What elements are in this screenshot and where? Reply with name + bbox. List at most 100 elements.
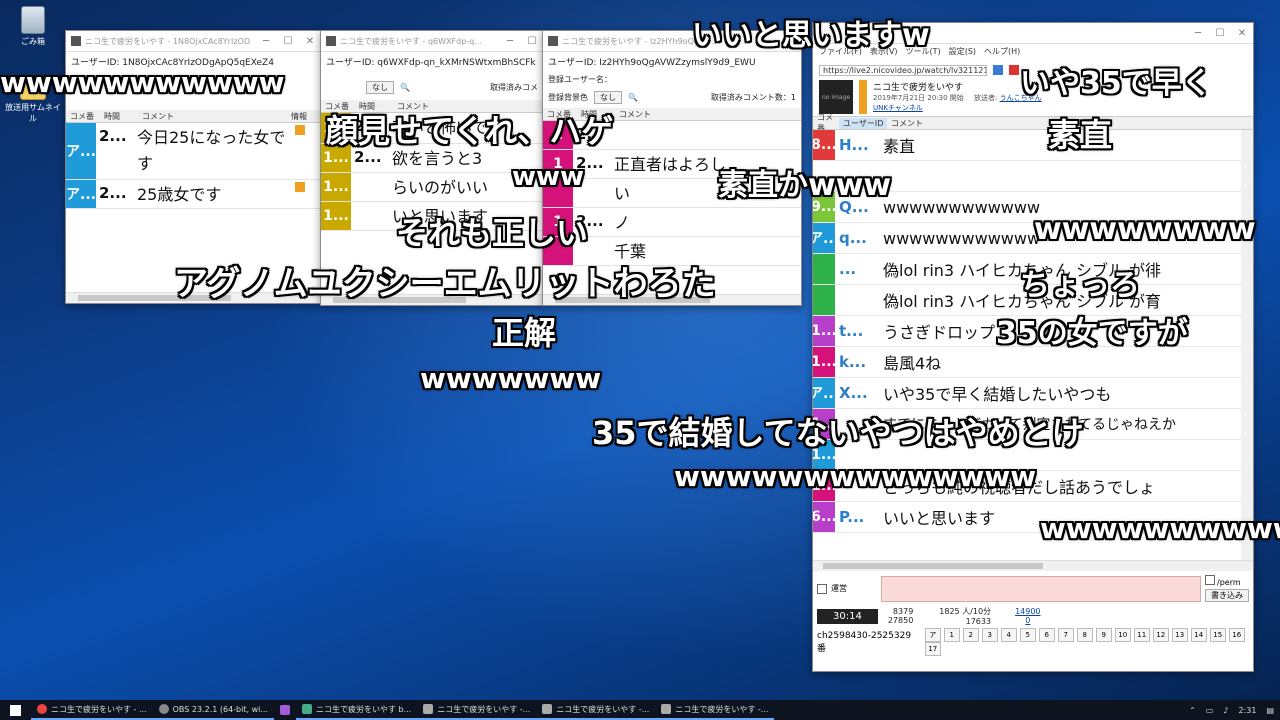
window-titlebar[interactable]: ─ ☐ ✕	[813, 23, 1253, 44]
window-titlebar[interactable]: ニコ生で疲労をいやす - Iz2HYh9oQgAV... ─ ☐	[543, 31, 801, 52]
number-button[interactable]: 6	[1038, 628, 1055, 642]
taskbar-item[interactable]: ニコ生で疲労をいやす -...	[536, 700, 656, 720]
taskbar-item[interactable]: ニコ生で疲労をいやす -...	[417, 700, 537, 720]
minimize-button[interactable]: ─	[1187, 28, 1209, 39]
table-row[interactable]: 8... H... 素直	[813, 130, 1241, 161]
number-button[interactable]: 11	[1133, 628, 1150, 642]
table-row[interactable]: い	[543, 179, 801, 208]
table-row[interactable]: 1... らいのがいい	[321, 173, 543, 202]
number-button[interactable]: 8	[1076, 628, 1093, 642]
number-button[interactable]: 9	[1095, 628, 1112, 642]
table-row[interactable]: ア... 2... 今日25になった女です	[66, 123, 321, 180]
user-comment-window-2[interactable]: ニコ生で疲労をいやす - q6WXFdp-q... ─ ☐ ユーザーID: q6…	[320, 30, 544, 306]
table-row[interactable]: ア... 2... 25歳女です	[66, 180, 321, 209]
number-button[interactable]: 7	[1057, 628, 1074, 642]
table-row[interactable]: 1 2...	[543, 121, 801, 150]
minimize-button[interactable]: ─	[255, 36, 277, 47]
menu-settings[interactable]: 設定(S)	[949, 46, 976, 60]
search-icon[interactable]: 🔍	[628, 93, 638, 102]
table-row[interactable]: 1 2... ノ	[543, 208, 801, 237]
connect-icon[interactable]	[993, 65, 1003, 75]
comment-input[interactable]	[881, 575, 1201, 602]
table-row[interactable]: 偽lol rin3 ハイヒカちゃん シブル が育	[813, 285, 1241, 316]
table-row[interactable]: 1... 2... 欲を言うと3	[321, 144, 543, 173]
maximize-button[interactable]: ☐	[277, 36, 299, 47]
table-row[interactable]: ア...X... いや35で早く結婚したいやつも	[813, 378, 1241, 409]
number-button[interactable]: ア	[924, 628, 941, 642]
table-row[interactable]: 千葉	[543, 237, 801, 266]
table-row[interactable]: ア...q... wwwwwwwwwwww	[813, 223, 1241, 254]
channel-link[interactable]: UNKチャンネル	[873, 104, 923, 112]
stat-c1[interactable]: 14900	[1015, 607, 1040, 616]
url-input[interactable]: https://live2.nicovideo.jp/watch/lv32112…	[819, 64, 987, 76]
window-titlebar[interactable]: ニコ生で疲労をいやす - q6WXFdp-q... ─ ☐	[321, 31, 543, 52]
color-select[interactable]: なし	[366, 80, 394, 94]
maximize-button[interactable]: ☐	[779, 36, 801, 47]
perm-checkbox[interactable]	[1205, 575, 1215, 585]
disconnect-icon[interactable]	[1009, 65, 1019, 75]
table-row[interactable]: ... 偽lol rin3 ハイヒカちゃん シブル が徘	[813, 254, 1241, 285]
horizontal-scrollbar[interactable]	[543, 294, 801, 305]
post-button[interactable]: 書き込み	[1205, 589, 1249, 602]
window-titlebar[interactable]: ニコ生で疲労をいやす - 1N8OjxCAc8YrIzOD ─ ☐ ✕	[66, 31, 321, 52]
desktop-icon-thumbnail[interactable]: 放送用サムネイル	[3, 80, 63, 124]
menu-help[interactable]: ヘルプ(H)	[984, 46, 1020, 60]
taskbar-item[interactable]: ニコ生で疲労をいやす - ...	[31, 700, 153, 720]
table-row[interactable]: 1... t... うさぎドロップ	[813, 316, 1241, 347]
user-comment-window-3[interactable]: ニコ生で疲労をいやす - Iz2HYh9oQgAV... ─ ☐ ユーザーID:…	[542, 30, 802, 306]
tray-up-icon[interactable]: ⌃	[1189, 706, 1196, 715]
broadcaster-link[interactable]: うんこちゃん	[1000, 94, 1042, 102]
number-button[interactable]: 16	[1228, 628, 1245, 642]
operator-checkbox[interactable]	[817, 583, 827, 594]
network-icon[interactable]: ▭	[1206, 706, 1214, 715]
number-button[interactable]: 13	[1171, 628, 1188, 642]
menu-view[interactable]: 表示(V)	[870, 46, 898, 60]
maximize-button[interactable]: ☐	[521, 36, 543, 47]
number-button[interactable]: 2	[962, 628, 979, 642]
table-row[interactable]: 1 2... 正直者はよろし	[543, 150, 801, 179]
maximize-button[interactable]: ☐	[1209, 28, 1231, 39]
close-button[interactable]: ✕	[1231, 28, 1253, 39]
user-comment-window-1[interactable]: ニコ生で疲労をいやす - 1N8OjxCAc8YrIzOD ─ ☐ ✕ ユーザー…	[65, 30, 322, 304]
taskbar-item[interactable]: ニコ生で疲労をいやす b...	[295, 700, 418, 720]
taskbar-item[interactable]	[274, 700, 296, 720]
table-row[interactable]: 1... k... 島風4ね	[813, 347, 1241, 378]
clock[interactable]: 2:31	[1238, 706, 1256, 715]
search-icon[interactable]: 🔍	[400, 83, 410, 92]
comment-viewer-window[interactable]: ─ ☐ ✕ ファイル(F) 表示(V) ツール(T) 設定(S) ヘルプ(H) …	[812, 22, 1254, 672]
table-row[interactable]: 1...	[813, 440, 1241, 471]
color-select[interactable]: なし	[594, 90, 622, 104]
table-row[interactable]: 9... Q... wwwwwwwwwwww	[813, 192, 1241, 223]
taskbar-item[interactable]: ニコ生で疲労をいやす -...	[655, 700, 775, 720]
table-row[interactable]	[813, 161, 1241, 192]
number-button[interactable]: 15	[1209, 628, 1226, 642]
number-button[interactable]: 1	[943, 628, 960, 642]
minimize-button[interactable]: ─	[757, 36, 779, 47]
horizontal-scrollbar[interactable]	[321, 294, 543, 305]
volume-icon[interactable]: ♪	[1223, 706, 1228, 715]
menu-tools[interactable]: ツール(T)	[906, 46, 941, 60]
stat-c2[interactable]: 0	[1015, 616, 1040, 625]
comment-number: ア...	[813, 378, 839, 408]
number-button[interactable]: 14	[1190, 628, 1207, 642]
close-button[interactable]: ✕	[299, 36, 321, 47]
number-button[interactable]: 3	[981, 628, 998, 642]
start-button[interactable]	[0, 700, 31, 720]
number-button[interactable]: 12	[1152, 628, 1169, 642]
horizontal-scrollbar[interactable]	[66, 292, 321, 303]
number-button[interactable]: 5	[1019, 628, 1036, 642]
notification-icon[interactable]: ▤	[1266, 706, 1274, 715]
taskbar-item[interactable]: OBS 23.2.1 (64-bit, wi...	[152, 700, 274, 720]
desktop-icon-recycle-bin[interactable]: ごみ箱	[3, 6, 63, 47]
horizontal-scrollbar[interactable]	[813, 560, 1253, 571]
table-row[interactable]: 6... P... いいと思います	[813, 502, 1241, 533]
number-button[interactable]: 10	[1114, 628, 1131, 642]
table-row[interactable]: 1... どっちも純の視聴者だし話あうでしょ	[813, 471, 1241, 502]
number-button[interactable]: 17	[924, 642, 941, 656]
table-row[interactable]: 1... すでにニートバカって判定されてるじゃねえか	[813, 409, 1241, 440]
minimize-button[interactable]: ─	[499, 36, 521, 47]
table-row[interactable]: 1... 2... 若いと怖いです	[321, 113, 543, 144]
menu-file[interactable]: ファイル(F)	[819, 46, 862, 60]
number-button[interactable]: 4	[1000, 628, 1017, 642]
table-row[interactable]: 1... いと思います	[321, 202, 543, 231]
